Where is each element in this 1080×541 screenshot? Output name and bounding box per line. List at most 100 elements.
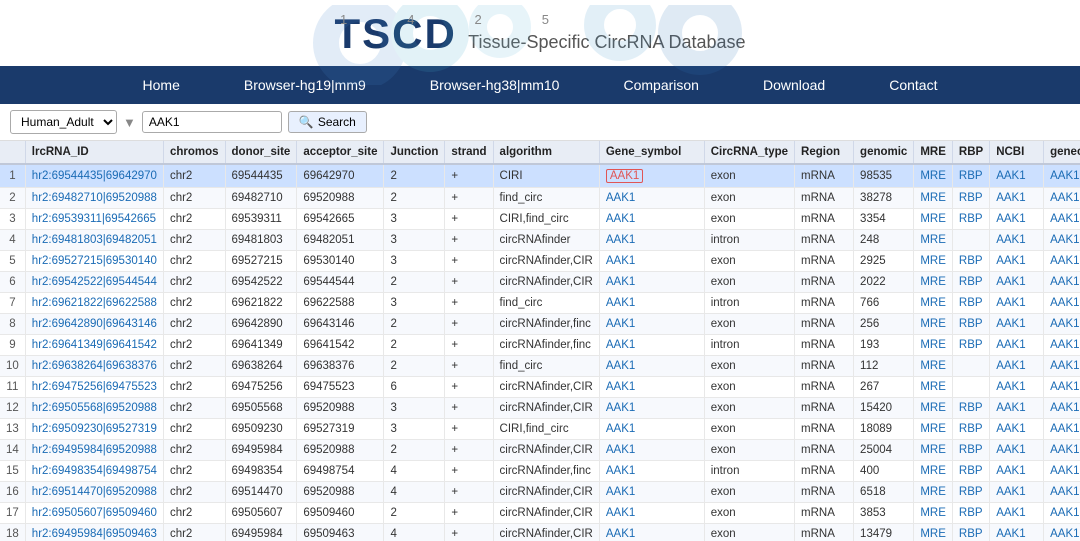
ncbi-link[interactable]: AAK1	[990, 377, 1044, 398]
gene-symbol[interactable]: AAK1	[599, 419, 704, 440]
gene-symbol[interactable]: AAK1	[599, 482, 704, 503]
rbp-link[interactable]: RBP	[952, 461, 989, 482]
nav-browser-hg19[interactable]: Browser-hg19|mm9	[212, 66, 398, 104]
rbp-link[interactable]: RBP	[952, 440, 989, 461]
ncbi-link[interactable]: AAK1	[990, 293, 1044, 314]
rbp-link[interactable]	[952, 356, 989, 377]
ncbi-link[interactable]: AAK1	[990, 272, 1044, 293]
table-row[interactable]: 15hr2:69498354|69498754chr26949835469498…	[0, 461, 1080, 482]
genecards-link[interactable]: AAK1	[1044, 314, 1080, 335]
gene-symbol[interactable]: AAK1	[599, 335, 704, 356]
ncbi-link[interactable]: AAK1	[990, 440, 1044, 461]
table-row[interactable]: 1hr2:69544435|69642970chr269544435696429…	[0, 164, 1080, 188]
gene-symbol[interactable]: AAK1	[599, 314, 704, 335]
genecards-link[interactable]: AAK1	[1044, 461, 1080, 482]
nav-comparison[interactable]: Comparison	[591, 66, 730, 104]
rbp-link[interactable]: RBP	[952, 251, 989, 272]
table-row[interactable]: 7hr2:69621822|69622588chr269621822696225…	[0, 293, 1080, 314]
table-row[interactable]: 12hr2:69505568|69520988chr26950556869520…	[0, 398, 1080, 419]
table-row[interactable]: 8hr2:69642890|69643146chr269642890696431…	[0, 314, 1080, 335]
genecards-link[interactable]: AAK1	[1044, 251, 1080, 272]
rbp-link[interactable]: RBP	[952, 293, 989, 314]
genecards-link[interactable]: AAK1	[1044, 293, 1080, 314]
ncbi-link[interactable]: AAK1	[990, 164, 1044, 188]
circrna-id[interactable]: hr2:69505607|69509460	[25, 503, 163, 524]
rbp-link[interactable]: RBP	[952, 272, 989, 293]
species-dropdown[interactable]: Human_Adult Human_Fetal Mouse_Adult Mous…	[10, 110, 117, 134]
table-row[interactable]: 16hr2:69514470|69520988chr26951447069520…	[0, 482, 1080, 503]
gene-symbol[interactable]: AAK1	[599, 503, 704, 524]
ncbi-link[interactable]: AAK1	[990, 482, 1044, 503]
mre-link[interactable]: MRE	[914, 482, 953, 503]
ncbi-link[interactable]: AAK1	[990, 356, 1044, 377]
search-input[interactable]	[142, 111, 282, 133]
table-row[interactable]: 17hr2:69505607|69509460chr26950560769509…	[0, 503, 1080, 524]
table-row[interactable]: 4hr2:69481803|69482051chr269481803694820…	[0, 230, 1080, 251]
table-row[interactable]: 14hr2:69495984|69520988chr26949598469520…	[0, 440, 1080, 461]
circrna-id[interactable]: hr2:69542522|69544544	[25, 272, 163, 293]
ncbi-link[interactable]: AAK1	[990, 251, 1044, 272]
circrna-id[interactable]: hr2:69475256|69475523	[25, 377, 163, 398]
mre-link[interactable]: MRE	[914, 461, 953, 482]
circrna-id[interactable]: hr2:69641349|69641542	[25, 335, 163, 356]
rbp-link[interactable]: RBP	[952, 398, 989, 419]
circrna-id[interactable]: hr2:69481803|69482051	[25, 230, 163, 251]
ncbi-link[interactable]: AAK1	[990, 209, 1044, 230]
circrna-id[interactable]: hr2:69642890|69643146	[25, 314, 163, 335]
gene-symbol[interactable]: AAK1	[599, 188, 704, 209]
circrna-id[interactable]: hr2:69509230|69527319	[25, 419, 163, 440]
circrna-id[interactable]: hr2:69505568|69520988	[25, 398, 163, 419]
ncbi-link[interactable]: AAK1	[990, 524, 1044, 541]
mre-link[interactable]: MRE	[914, 314, 953, 335]
genecards-link[interactable]: AAK1	[1044, 272, 1080, 293]
nav-home[interactable]: Home	[111, 66, 212, 104]
mre-link[interactable]: MRE	[914, 230, 953, 251]
mre-link[interactable]: MRE	[914, 293, 953, 314]
circrna-id[interactable]: hr2:69498354|69498754	[25, 461, 163, 482]
rbp-link[interactable]	[952, 230, 989, 251]
genecards-link[interactable]: AAK1	[1044, 419, 1080, 440]
gene-symbol[interactable]: AAK1	[599, 398, 704, 419]
nav-contact[interactable]: Contact	[857, 66, 969, 104]
genecards-link[interactable]: AAK1	[1044, 164, 1080, 188]
genecards-link[interactable]: AAK1	[1044, 335, 1080, 356]
table-row[interactable]: 9hr2:69641349|69641542chr269641349696415…	[0, 335, 1080, 356]
rbp-link[interactable]: RBP	[952, 164, 989, 188]
circrna-id[interactable]: hr2:69539311|69542665	[25, 209, 163, 230]
genecards-link[interactable]: AAK1	[1044, 188, 1080, 209]
genecards-link[interactable]: AAK1	[1044, 356, 1080, 377]
gene-symbol[interactable]: AAK1	[599, 209, 704, 230]
genecards-link[interactable]: AAK1	[1044, 377, 1080, 398]
mre-link[interactable]: MRE	[914, 377, 953, 398]
rbp-link[interactable]: RBP	[952, 524, 989, 541]
mre-link[interactable]: MRE	[914, 440, 953, 461]
rbp-link[interactable]: RBP	[952, 503, 989, 524]
ncbi-link[interactable]: AAK1	[990, 314, 1044, 335]
mre-link[interactable]: MRE	[914, 209, 953, 230]
genecards-link[interactable]: AAK1	[1044, 482, 1080, 503]
mre-link[interactable]: MRE	[914, 272, 953, 293]
gene-symbol[interactable]: AAK1	[599, 293, 704, 314]
genecards-link[interactable]: AAK1	[1044, 440, 1080, 461]
search-button[interactable]: 🔍 Search	[288, 111, 367, 133]
ncbi-link[interactable]: AAK1	[990, 230, 1044, 251]
gene-symbol[interactable]: AAK1	[599, 440, 704, 461]
gene-symbol[interactable]: AAK1	[599, 272, 704, 293]
mre-link[interactable]: MRE	[914, 188, 953, 209]
circrna-id[interactable]: hr2:69495984|69520988	[25, 440, 163, 461]
ncbi-link[interactable]: AAK1	[990, 461, 1044, 482]
circrna-id[interactable]: hr2:69638264|69638376	[25, 356, 163, 377]
mre-link[interactable]: MRE	[914, 164, 953, 188]
mre-link[interactable]: MRE	[914, 524, 953, 541]
ncbi-link[interactable]: AAK1	[990, 335, 1044, 356]
table-row[interactable]: 5hr2:69527215|69530140chr269527215695301…	[0, 251, 1080, 272]
gene-symbol[interactable]: AAK1	[599, 356, 704, 377]
rbp-link[interactable]: RBP	[952, 482, 989, 503]
genecards-link[interactable]: AAK1	[1044, 524, 1080, 541]
rbp-link[interactable]	[952, 377, 989, 398]
mre-link[interactable]: MRE	[914, 356, 953, 377]
gene-symbol[interactable]: AAK1	[599, 377, 704, 398]
ncbi-link[interactable]: AAK1	[990, 188, 1044, 209]
ncbi-link[interactable]: AAK1	[990, 419, 1044, 440]
circrna-id[interactable]: hr2:69527215|69530140	[25, 251, 163, 272]
